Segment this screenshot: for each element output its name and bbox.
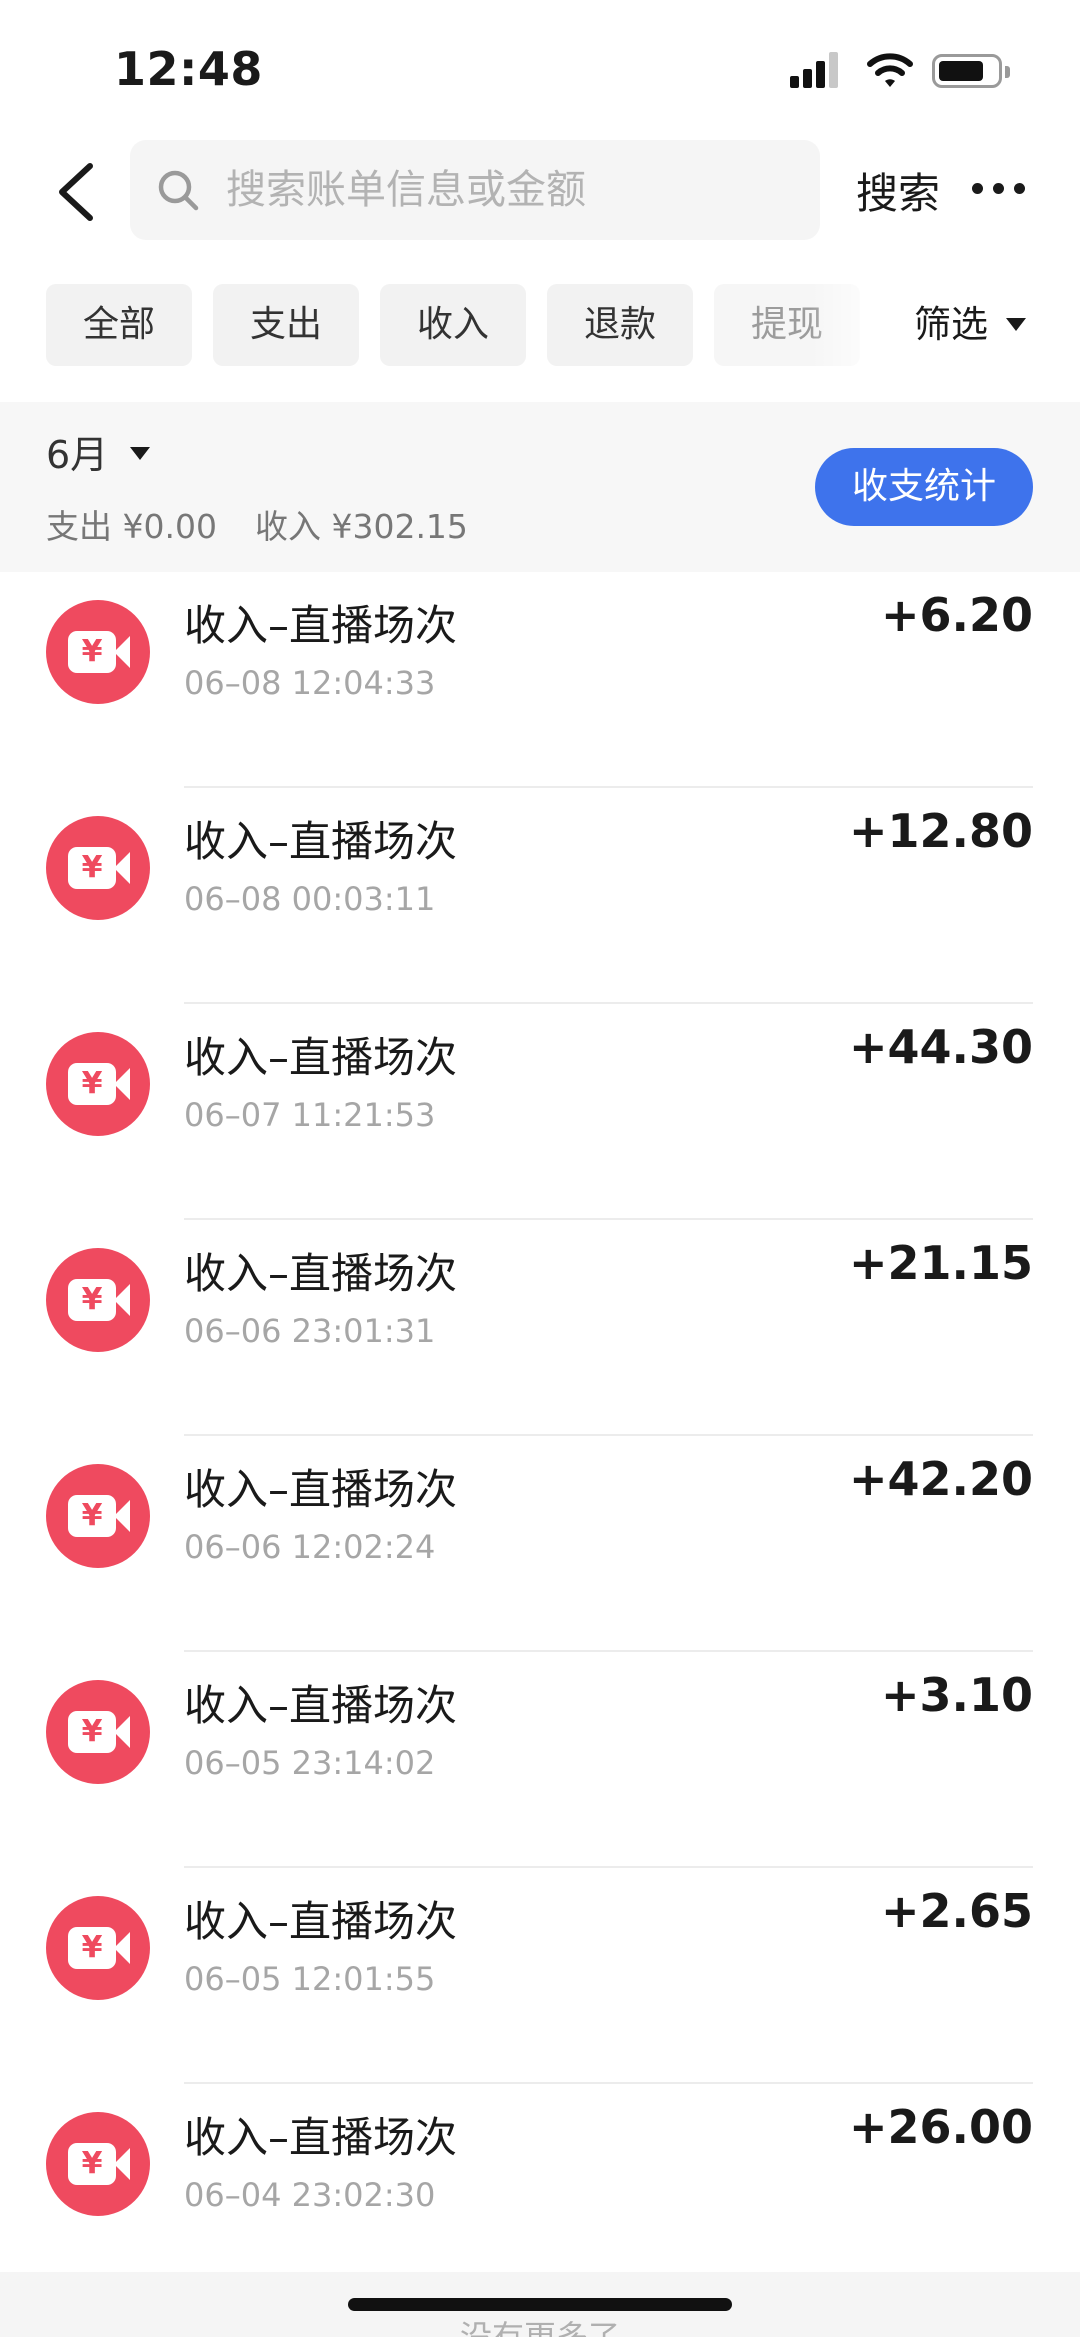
live-income-icon: ¥ (46, 600, 150, 704)
chevron-left-icon[interactable] (52, 160, 102, 224)
camera-icon: ¥ (68, 847, 116, 889)
record-amount: +2.65 (880, 1884, 1033, 1938)
chips-fade (810, 284, 890, 368)
list-item[interactable]: ¥ 收入–直播场次 06–06 12:02:24 +42.20 (0, 1436, 1080, 1652)
camera-lens-icon (114, 1500, 130, 1532)
camera-lens-icon (114, 1068, 130, 1100)
list-item[interactable]: ¥ 收入–直播场次 06–06 23:01:31 +21.15 (0, 1220, 1080, 1436)
search-button[interactable]: 搜索 (856, 160, 940, 221)
record-time: 06–06 23:01:31 (184, 1312, 436, 1350)
live-income-icon: ¥ (46, 1248, 150, 1352)
record-amount: +12.80 (848, 804, 1033, 858)
live-income-icon: ¥ (46, 2112, 150, 2216)
camera-icon: ¥ (68, 1063, 116, 1105)
camera-icon: ¥ (68, 2143, 116, 2185)
caret-down-icon (1006, 318, 1026, 331)
camera-icon: ¥ (68, 1279, 116, 1321)
record-amount: +42.20 (848, 1452, 1033, 1506)
record-amount: +3.10 (880, 1668, 1033, 1722)
record-title: 收入–直播场次 (184, 1897, 458, 1946)
record-title: 收入–直播场次 (184, 1033, 458, 1082)
signal-icon (790, 52, 840, 88)
camera-lens-icon (114, 636, 130, 668)
record-title: 收入–直播场次 (184, 1249, 458, 1298)
record-amount: +21.15 (848, 1236, 1033, 1290)
record-title: 收入–直播场次 (184, 2113, 458, 2162)
record-time: 06–06 12:02:24 (184, 1528, 436, 1566)
live-income-icon: ¥ (46, 1032, 150, 1136)
record-amount: +26.00 (848, 2100, 1033, 2154)
record-amount: +6.20 (880, 588, 1033, 642)
search-input[interactable] (226, 140, 796, 240)
record-amount: +44.30 (848, 1020, 1033, 1074)
search-icon (158, 170, 199, 211)
record-time: 06–08 00:03:11 (184, 880, 436, 918)
home-indicator[interactable] (348, 2298, 732, 2311)
camera-lens-icon (114, 1716, 130, 1748)
camera-lens-icon (114, 2148, 130, 2180)
live-income-icon: ¥ (46, 1896, 150, 2000)
chip-expense[interactable]: 支出 (213, 284, 359, 366)
record-time: 06–07 11:21:53 (184, 1096, 436, 1134)
month-selector[interactable]: 6月 (46, 424, 151, 479)
search-box[interactable] (130, 140, 820, 240)
record-time: 06–08 12:04:33 (184, 664, 436, 702)
camera-icon: ¥ (68, 1927, 116, 1969)
income-total: 收入 ¥302.15 (254, 507, 468, 546)
stats-button[interactable]: 收支统计 (815, 448, 1033, 526)
month-label: 6月 (46, 433, 109, 477)
list-item[interactable]: ¥ 收入–直播场次 06–07 11:21:53 +44.30 (0, 1004, 1080, 1220)
record-title: 收入–直播场次 (184, 817, 458, 866)
record-time: 06–04 23:02:30 (184, 2176, 436, 2214)
camera-lens-icon (114, 852, 130, 884)
record-title: 收入–直播场次 (184, 1465, 458, 1514)
bill-list-screen: 12:48 搜索 全部 支出 收入 退款 提现 筛选 6月 (0, 0, 1080, 2337)
record-time: 06–05 12:01:55 (184, 1960, 436, 1998)
list-item[interactable]: ¥ 收入–直播场次 06–05 23:14:02 +3.10 (0, 1652, 1080, 1868)
battery-icon (932, 54, 1010, 88)
record-title: 收入–直播场次 (184, 601, 458, 650)
more-dots-icon[interactable] (972, 183, 1026, 197)
caret-down-icon (130, 447, 151, 460)
wifi-icon (867, 53, 913, 87)
status-time: 12:48 (114, 42, 263, 96)
month-summary: 6月 支出 ¥0.00 收入 ¥302.15 收支统计 (0, 402, 1080, 572)
camera-icon: ¥ (68, 631, 116, 673)
chip-income[interactable]: 收入 (380, 284, 526, 366)
live-income-icon: ¥ (46, 816, 150, 920)
record-title: 收入–直播场次 (184, 1681, 458, 1730)
status-bar: 12:48 (0, 0, 1080, 132)
camera-lens-icon (114, 1932, 130, 1964)
camera-icon: ¥ (68, 1495, 116, 1537)
filter-label: 筛选 (914, 303, 988, 346)
list-item[interactable]: ¥ 收入–直播场次 06–04 23:02:30 +26.00 (0, 2084, 1080, 2300)
camera-lens-icon (114, 1284, 130, 1316)
chip-refund[interactable]: 退款 (547, 284, 693, 366)
live-income-icon: ¥ (46, 1464, 150, 1568)
record-time: 06–05 23:14:02 (184, 1744, 436, 1782)
chip-all[interactable]: 全部 (46, 284, 192, 366)
filter-chips: 全部 支出 收入 退款 提现 筛选 (0, 284, 1080, 368)
filter-button[interactable]: 筛选 (914, 284, 1026, 366)
month-totals: 支出 ¥0.00 收入 ¥302.15 (46, 500, 468, 548)
list-item[interactable]: ¥ 收入–直播场次 06–08 12:04:33 +6.20 (0, 572, 1080, 788)
list-item[interactable]: ¥ 收入–直播场次 06–08 00:03:11 +12.80 (0, 788, 1080, 1004)
record-list: ¥ 收入–直播场次 06–08 12:04:33 +6.20 ¥ 收入–直播场次 06–08… (0, 572, 1080, 2300)
list-item[interactable]: ¥ 收入–直播场次 06–05 12:01:55 +2.65 (0, 1868, 1080, 2084)
expense-total: 支出 ¥0.00 (46, 507, 217, 546)
no-more-text: 没有更多了 (459, 2318, 620, 2337)
live-income-icon: ¥ (46, 1680, 150, 1784)
camera-icon: ¥ (68, 1711, 116, 1753)
